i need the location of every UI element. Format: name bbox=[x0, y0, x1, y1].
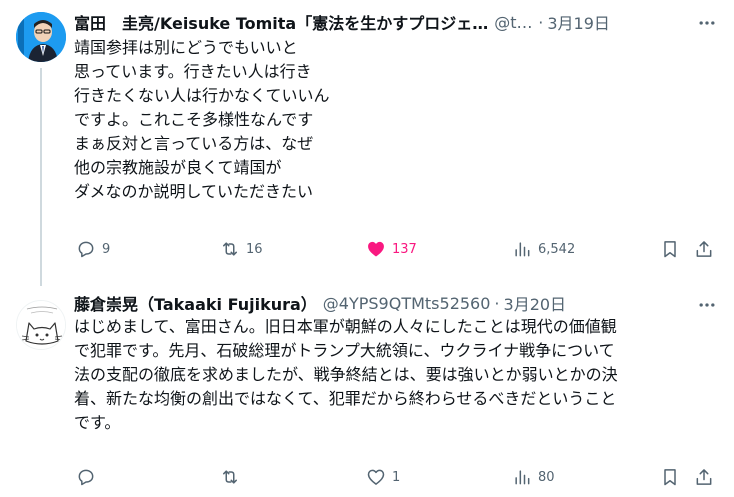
post-text: 靖国参拝は別にどうでもいいと 思っています。行きたい人は行き 行きたくない人は行… bbox=[74, 36, 718, 204]
post-fujikura[interactable]: 藤倉崇晃（Takaaki Fujikura） @4YPS9QTMts52560 … bbox=[0, 282, 734, 497]
separator-dot: · bbox=[494, 293, 500, 313]
post-tomita[interactable]: 富田 圭亮/Keisuke Tomita「憲法を生かすプロジェ… @to… · … bbox=[0, 0, 734, 282]
reply-count: 9 bbox=[102, 241, 111, 257]
repost-button[interactable] bbox=[220, 467, 246, 487]
share-icon bbox=[696, 241, 712, 257]
heart-outline-icon bbox=[367, 469, 385, 485]
views-icon bbox=[515, 470, 530, 485]
bookmark-button[interactable] bbox=[660, 467, 680, 487]
post-text-line: 法の支配の徹底を求めましたが、戦争終結とは、要は強いとか弱いとかの決 bbox=[74, 365, 618, 384]
reply-button[interactable] bbox=[76, 467, 102, 487]
post-text-line: で犯罪です。先月、石破総理がトランプ大統領に、ウクライナ戦争について bbox=[74, 341, 615, 360]
bookmark-icon bbox=[664, 469, 676, 486]
bookmark-icon bbox=[664, 241, 676, 258]
views-button[interactable]: 6,542 bbox=[512, 239, 575, 259]
cat-illustration-icon bbox=[17, 301, 65, 349]
repost-icon bbox=[223, 470, 237, 484]
repost-icon bbox=[223, 242, 237, 256]
like-count: 137 bbox=[392, 241, 417, 257]
post-text-line: 思っています。行きたい人は行き bbox=[74, 62, 312, 81]
share-icon bbox=[696, 469, 712, 485]
separator-dot: · bbox=[538, 12, 544, 32]
post-text-line: 着、新たな均衡の創出ではなくて、犯罪だから終わらせるべきだということ bbox=[74, 389, 617, 408]
post-header: 富田 圭亮/Keisuke Tomita「憲法を生かすプロジェ… @to… · … bbox=[74, 11, 718, 34]
author-handle[interactable]: @4YPS9QTMts52560 bbox=[323, 294, 491, 313]
post-text-line: ですよ。これこそ多様性なんです bbox=[74, 110, 314, 129]
avatar-fujikura[interactable] bbox=[16, 300, 66, 350]
like-button[interactable]: 1 bbox=[366, 467, 400, 487]
author-name[interactable]: 藤倉崇晃（Takaaki Fujikura） bbox=[74, 292, 317, 314]
post-text-line: 行きたくない人は行かなくていいん bbox=[74, 86, 330, 105]
post-actions: 9 16 137 6,542 bbox=[68, 236, 722, 262]
more-icon bbox=[699, 303, 715, 307]
post-actions: 1 80 bbox=[68, 464, 722, 490]
view-count: 6,542 bbox=[538, 241, 576, 257]
post-text-line: ダメなのか説明していただきたい bbox=[74, 182, 314, 201]
bookmark-button[interactable] bbox=[660, 239, 680, 259]
author-name[interactable]: 富田 圭亮/Keisuke Tomita「憲法を生かすプロジェ… bbox=[74, 11, 488, 33]
views-icon bbox=[515, 242, 530, 257]
post-text: はじめまして、富田さん。旧日本軍が朝鮮の人々にしたことは現代の価値観 で犯罪です… bbox=[74, 315, 718, 435]
reply-button[interactable]: 9 bbox=[76, 239, 110, 259]
reply-icon bbox=[78, 469, 94, 486]
more-icon bbox=[699, 21, 715, 25]
like-count: 1 bbox=[392, 469, 401, 485]
post-text-line: まぁ反対と言っている方は、なぜ bbox=[74, 134, 314, 153]
reply-icon bbox=[78, 241, 94, 258]
views-button[interactable]: 80 bbox=[512, 467, 555, 487]
post-date[interactable]: 3月19日 bbox=[547, 11, 610, 33]
share-button[interactable] bbox=[694, 467, 714, 487]
more-options-button[interactable] bbox=[696, 12, 718, 34]
like-button[interactable]: 137 bbox=[366, 239, 417, 259]
post-text-line: はじめまして、富田さん。旧日本軍が朝鮮の人々にしたことは現代の価値観 bbox=[74, 317, 617, 336]
repost-count: 16 bbox=[246, 241, 263, 257]
share-button[interactable] bbox=[694, 239, 714, 259]
author-handle[interactable]: @to… bbox=[494, 13, 534, 32]
post-text-line: 靖国参拝は別にどうでもいいと bbox=[74, 38, 298, 57]
view-count: 80 bbox=[538, 469, 555, 485]
avatar-tomita[interactable] bbox=[16, 12, 66, 62]
post-text-line: 他の宗教施設が良くて靖国が bbox=[74, 158, 282, 177]
post-date[interactable]: 3月20日 bbox=[504, 292, 567, 314]
avatar-portrait-icon bbox=[16, 12, 66, 62]
post-text-line: です。 bbox=[74, 413, 121, 432]
post-header: 藤倉崇晃（Takaaki Fujikura） @4YPS9QTMts52560 … bbox=[74, 292, 718, 315]
more-options-button[interactable] bbox=[696, 294, 718, 316]
heart-filled-icon bbox=[368, 241, 384, 257]
repost-button[interactable]: 16 bbox=[220, 239, 263, 259]
